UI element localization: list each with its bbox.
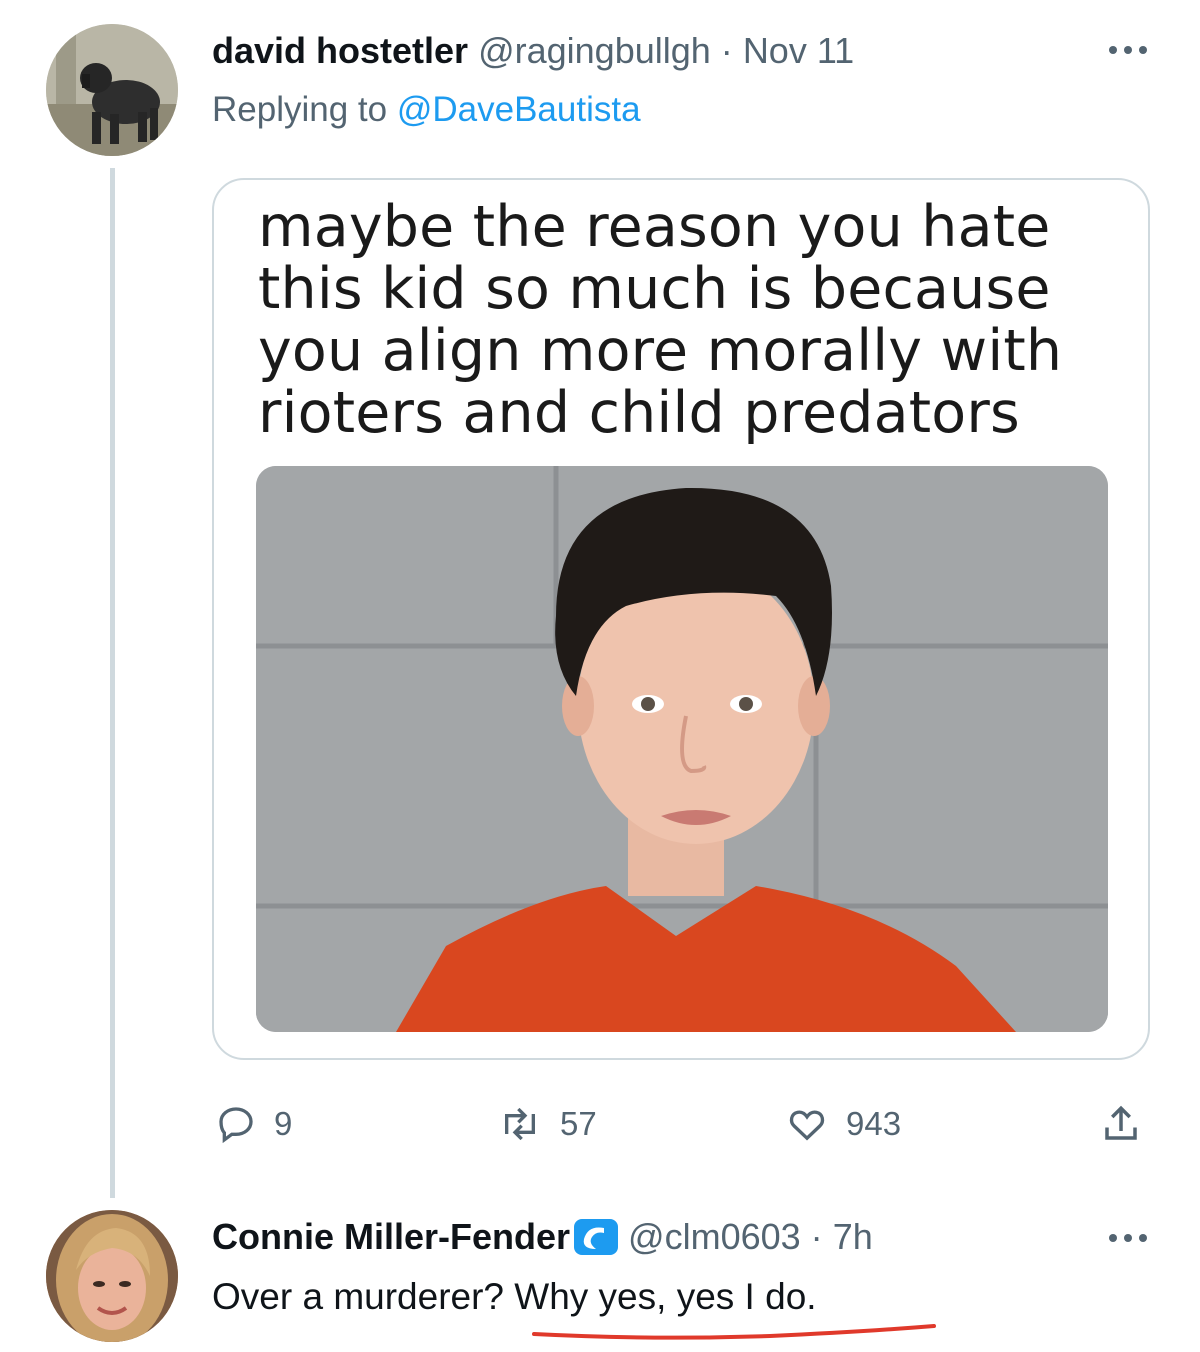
meme-caption: maybe the reason you hate this kid so mu…: [258, 194, 1063, 446]
tweet-header: david hostetler @ragingbullgh · Nov 11: [212, 30, 854, 72]
retweet-count: 57: [560, 1105, 597, 1142]
comment-icon: [219, 1107, 253, 1144]
thread-connector-line: [110, 168, 115, 1198]
author-name[interactable]: david hostetler: [212, 30, 468, 71]
reply-text-underlined: Why yes, yes I do.: [514, 1276, 817, 1317]
reply-author-handle[interactable]: @clm0603: [628, 1216, 801, 1257]
reply-header: Connie Miller-Fender @clm0603 · 7h: [212, 1216, 873, 1258]
reply-separator-dot: ·: [810, 1216, 823, 1257]
more-options-icon[interactable]: [1104, 40, 1152, 60]
replying-to-line: Replying to @DaveBautista: [212, 90, 641, 130]
like-count: 943: [846, 1105, 902, 1142]
share-button[interactable]: [1100, 1100, 1142, 1148]
reply-count: 9: [274, 1105, 293, 1142]
reply-more-options-icon[interactable]: [1104, 1228, 1152, 1248]
author-handle[interactable]: @ragingbullgh: [478, 30, 711, 71]
reply-author-avatar[interactable]: [46, 1210, 178, 1342]
reply-time[interactable]: 7h: [833, 1216, 873, 1257]
replying-to-label: Replying to: [212, 90, 388, 129]
dog-avatar-icon: [46, 24, 178, 156]
share-icon: [1105, 1105, 1137, 1140]
tweet-date[interactable]: Nov 11: [743, 30, 854, 71]
reply-text-plain: Over a murderer?: [212, 1276, 515, 1317]
mention-link[interactable]: @DaveBautista: [397, 90, 641, 129]
separator-dot: ·: [720, 30, 733, 71]
red-underline-annotation: [532, 1324, 936, 1340]
heart-icon: [789, 1110, 825, 1141]
author-avatar[interactable]: [46, 24, 178, 156]
wave-badge-icon: [574, 1219, 619, 1255]
woman-avatar-icon: [46, 1210, 178, 1342]
reply-author-name[interactable]: Connie Miller-Fender: [212, 1216, 570, 1257]
retweet-button[interactable]: 57: [498, 1100, 597, 1148]
reply-button[interactable]: 9: [216, 1100, 292, 1148]
reply-body: Over a murderer? Why yes, yes I do.: [212, 1276, 817, 1318]
mugshot-image: [256, 466, 1108, 1032]
retweet-icon: [505, 1107, 535, 1141]
like-button[interactable]: 943: [786, 1100, 901, 1148]
mugshot-photo[interactable]: [256, 466, 1108, 1032]
